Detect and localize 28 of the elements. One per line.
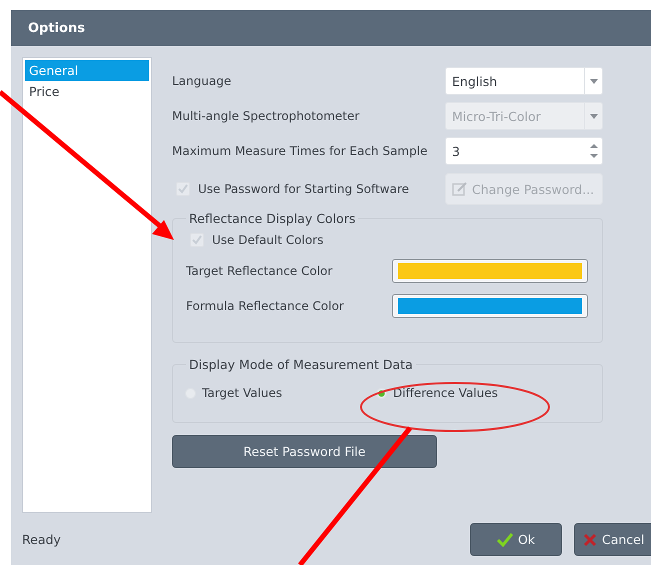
setting-label: Target Reflectance Color: [186, 264, 332, 278]
checkbox-label: Use Password for Starting Software: [198, 182, 409, 196]
ok-button[interactable]: Ok: [470, 523, 562, 556]
checkbox-label: Use Default Colors: [212, 233, 324, 247]
caret-icon: [590, 78, 598, 84]
setting-label: Language: [172, 74, 232, 88]
window-title: Options: [28, 20, 85, 36]
status-text: Ready: [22, 532, 61, 547]
color-picker-button[interactable]: [392, 294, 588, 318]
setting-label: Multi-angle Spectrophotometer: [172, 109, 360, 123]
reset-password-button[interactable]: Reset Password File: [172, 435, 437, 468]
spin-arrows-icon: [590, 143, 598, 159]
setting-label: Maximum Measure Times for Each Sample: [172, 144, 428, 158]
edit-icon: [452, 182, 468, 196]
group-title: Reflectance Display Colors: [188, 211, 356, 226]
caret-icon: [590, 114, 598, 118]
spin-box[interactable]: 3: [445, 137, 603, 165]
category-item[interactable]: General: [25, 60, 149, 81]
cancel-button[interactable]: Cancel: [574, 523, 651, 556]
setting-label: Formula Reflectance Color: [186, 299, 344, 313]
radio-label: Difference Values: [393, 386, 498, 400]
dropdown[interactable]: English: [445, 67, 603, 95]
category-item[interactable]: Price: [25, 81, 149, 102]
radio-label: Target Values: [202, 386, 282, 400]
close-icon: [583, 532, 597, 546]
checkmark-icon: [496, 532, 513, 546]
color-picker-button[interactable]: [392, 259, 588, 283]
group-title: Display Mode of Measurement Data: [188, 357, 414, 372]
